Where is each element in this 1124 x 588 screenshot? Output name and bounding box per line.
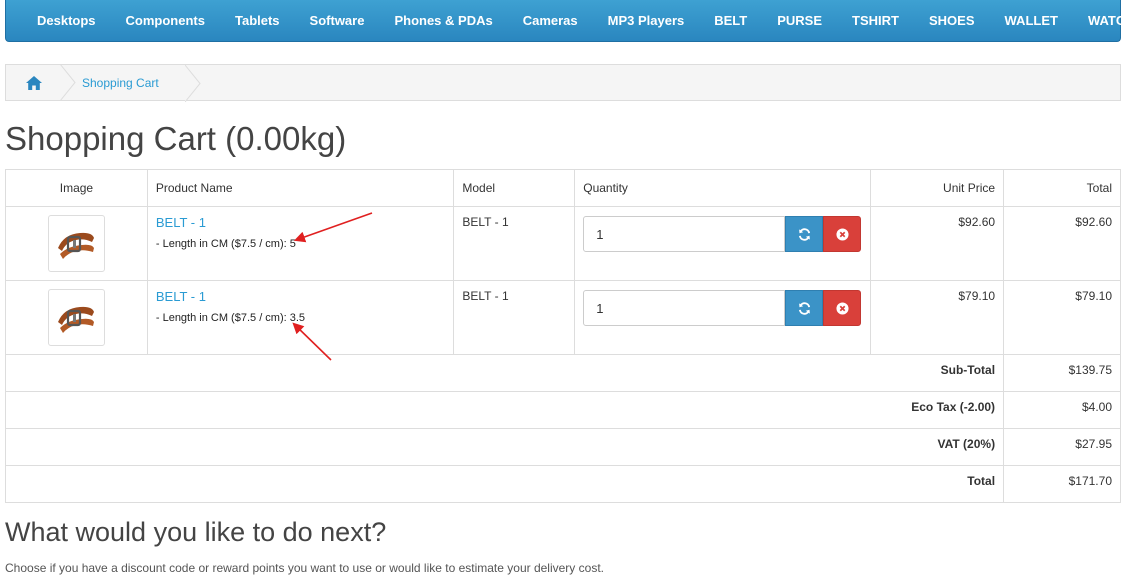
quantity-cell <box>574 206 872 281</box>
nav-item-mp3-players[interactable]: MP3 Players <box>593 13 700 28</box>
product-option: - Length in CM ($7.5 / cm): 3.5 <box>155 312 306 324</box>
vat-row: VAT (20%) $27.95 <box>4 428 1121 466</box>
top-navigation: Desktops Components Tablets Software Pho… <box>5 0 1124 42</box>
belt-product-image <box>58 306 95 333</box>
home-icon <box>26 75 42 90</box>
line-total: $79.10 <box>1003 280 1121 355</box>
total-label: Total <box>4 465 1005 503</box>
quantity-group <box>583 216 862 252</box>
nav-item-belt[interactable]: BELT <box>699 13 762 28</box>
breadcrumb-home[interactable] <box>6 64 76 101</box>
next-steps-text: Choose if you have a discount code or re… <box>5 561 604 575</box>
header-unit-price: Unit Price <box>870 169 1005 207</box>
remove-icon <box>836 301 849 315</box>
subtotal-row: Sub-Total $139.75 <box>4 354 1121 392</box>
quantity-input[interactable] <box>583 216 786 252</box>
next-steps-title: What would you like to do next? <box>5 517 387 547</box>
breadcrumb-shopping-cart[interactable]: Shopping Cart <box>62 65 201 102</box>
unit-price: $92.60 <box>870 206 1005 281</box>
product-image-cell <box>5 206 148 281</box>
total-value: $171.70 <box>1003 465 1121 503</box>
table-row: BELT - 1 - Length in CM ($7.5 / cm): 3.5… <box>5 280 1121 355</box>
product-name-cell: BELT - 1 - Length in CM ($7.5 / cm): 5 <box>146 206 455 281</box>
product-name-link[interactable]: BELT - 1 <box>156 215 446 230</box>
remove-item-button[interactable] <box>823 216 862 252</box>
subtotal-value: $139.75 <box>1003 354 1121 392</box>
nav-item-purse[interactable]: PURSE <box>762 13 837 28</box>
product-thumbnail[interactable] <box>47 289 105 346</box>
breadcrumb-shopping-cart-label: Shopping Cart <box>82 75 159 90</box>
belt-product-image <box>58 232 95 259</box>
product-model: BELT - 1 <box>453 280 576 355</box>
subtotal-label: Sub-Total <box>4 354 1005 392</box>
product-name-cell: BELT - 1 - Length in CM ($7.5 / cm): 3.5 <box>146 280 455 355</box>
quantity-group <box>583 290 862 326</box>
remove-item-button[interactable] <box>823 290 862 326</box>
quantity-input[interactable] <box>583 290 786 326</box>
nav-item-tablets[interactable]: Tablets <box>220 13 295 28</box>
header-quantity: Quantity <box>574 169 872 207</box>
nav-item-watch[interactable]: WATCH <box>1073 13 1124 28</box>
nav-item-software[interactable]: Software <box>295 13 380 28</box>
eco-tax-label: Eco Tax (-2.00) <box>4 391 1005 429</box>
nav-item-shoes[interactable]: SHOES <box>914 13 990 28</box>
header-product-name: Product Name <box>146 169 455 207</box>
vat-value: $27.95 <box>1003 428 1121 466</box>
product-option: - Length in CM ($7.5 / cm): 5 <box>155 238 296 250</box>
total-row: Total $171.70 <box>4 465 1121 503</box>
nav-item-tshirt[interactable]: TSHIRT <box>837 13 914 28</box>
eco-tax-row: Eco Tax (-2.00) $4.00 <box>4 391 1121 429</box>
product-model: BELT - 1 <box>453 206 576 281</box>
nav-item-cameras[interactable]: Cameras <box>508 13 593 28</box>
header-total: Total <box>1003 169 1121 207</box>
remove-icon <box>836 227 849 241</box>
cart-table: Image Product Name Model Quantity Unit P… <box>4 169 1121 503</box>
nav-item-desktops[interactable]: Desktops <box>22 13 111 28</box>
product-image-cell <box>5 280 148 355</box>
breadcrumb: Shopping Cart <box>5 64 1121 102</box>
nav-item-components[interactable]: Components <box>111 13 220 28</box>
nav-item-wallet[interactable]: WALLET <box>990 13 1073 28</box>
quantity-cell <box>574 280 872 355</box>
product-name-link[interactable]: BELT - 1 <box>156 289 446 304</box>
header-image: Image <box>5 169 148 207</box>
table-row: BELT - 1 - Length in CM ($7.5 / cm): 5 B… <box>5 206 1121 281</box>
page-title: Shopping Cart (0.00kg) <box>5 120 347 157</box>
vat-label: VAT (20%) <box>4 428 1005 466</box>
refresh-icon <box>798 227 810 241</box>
cart-header-row: Image Product Name Model Quantity Unit P… <box>5 169 1121 207</box>
eco-tax-value: $4.00 <box>1003 391 1121 429</box>
header-model: Model <box>453 169 576 207</box>
nav-item-phones-pdas[interactable]: Phones & PDAs <box>379 13 507 28</box>
update-quantity-button[interactable] <box>785 290 824 326</box>
refresh-icon <box>798 301 810 315</box>
unit-price: $79.10 <box>870 280 1005 355</box>
breadcrumb-separator <box>184 65 201 102</box>
line-total: $92.60 <box>1003 206 1121 281</box>
product-thumbnail[interactable] <box>47 215 105 272</box>
update-quantity-button[interactable] <box>785 216 824 252</box>
